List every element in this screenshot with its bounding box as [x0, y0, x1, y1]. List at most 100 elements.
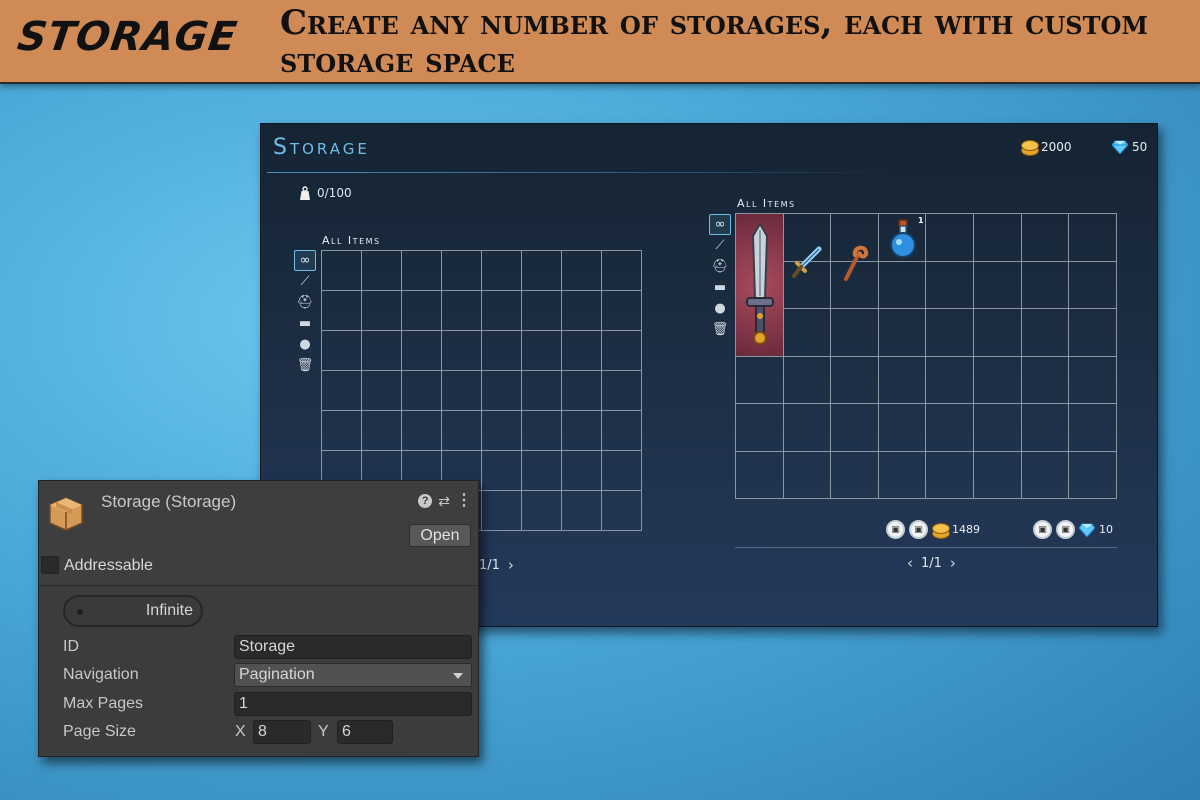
- left-next-page-button[interactable]: ›: [508, 556, 514, 574]
- filter-trash-button[interactable]: 🗑: [294, 355, 316, 376]
- storage-slot[interactable]: [562, 291, 602, 331]
- storage-slot[interactable]: [482, 491, 522, 531]
- storage-slot[interactable]: [402, 411, 442, 451]
- help-icon[interactable]: ?: [418, 494, 433, 508]
- storage-slot[interactable]: [562, 251, 602, 291]
- staff-item[interactable]: [831, 239, 879, 287]
- storage-slot[interactable]: [973, 214, 1022, 262]
- storage-slot[interactable]: [522, 251, 562, 291]
- storage-slot[interactable]: [973, 261, 1022, 309]
- filter-weapons-button[interactable]: ⟋: [709, 235, 731, 256]
- storage-slot[interactable]: [973, 356, 1022, 404]
- filter-weapons-button[interactable]: ⟋: [294, 271, 316, 292]
- storage-slot[interactable]: [482, 411, 522, 451]
- storage-slot[interactable]: [602, 371, 642, 411]
- storage-slot[interactable]: [322, 291, 362, 331]
- storage-slot[interactable]: [482, 371, 522, 411]
- storage-slot[interactable]: [973, 404, 1022, 452]
- withdraw-gold-button[interactable]: ▣: [886, 520, 905, 539]
- filter-armor-button[interactable]: ⛑: [294, 292, 316, 313]
- short-sword-item[interactable]: [783, 239, 831, 287]
- storage-slot[interactable]: [602, 451, 642, 491]
- storage-slot[interactable]: [736, 451, 784, 499]
- storage-slot[interactable]: [736, 356, 784, 404]
- storage-slot[interactable]: [522, 411, 562, 451]
- storage-slot[interactable]: [973, 309, 1022, 357]
- storage-slot[interactable]: [1069, 214, 1117, 262]
- storage-slot[interactable]: [1021, 214, 1070, 262]
- max-pages-field[interactable]: 1: [234, 692, 472, 716]
- storage-slot[interactable]: [878, 261, 927, 309]
- storage-slot[interactable]: [362, 371, 402, 411]
- storage-slot[interactable]: [1069, 309, 1117, 357]
- storage-slot[interactable]: [878, 356, 927, 404]
- presets-icon[interactable]: ⇄: [438, 494, 450, 508]
- storage-slot[interactable]: [322, 371, 362, 411]
- storage-slot[interactable]: [482, 451, 522, 491]
- storage-slot[interactable]: [783, 451, 832, 499]
- storage-slot[interactable]: [442, 291, 482, 331]
- storage-slot[interactable]: [926, 404, 974, 452]
- storage-slot[interactable]: [1069, 451, 1117, 499]
- storage-slot[interactable]: [1069, 404, 1117, 452]
- storage-slot[interactable]: [362, 331, 402, 371]
- infinite-toggle[interactable]: Infinite: [63, 595, 203, 627]
- filter-materials-button[interactable]: ▬: [294, 313, 316, 334]
- storage-slot[interactable]: [1069, 356, 1117, 404]
- storage-slot[interactable]: [442, 251, 482, 291]
- filter-consumables-button[interactable]: ●: [709, 298, 731, 319]
- storage-slot[interactable]: [831, 451, 879, 499]
- storage-slot[interactable]: [562, 411, 602, 451]
- storage-slot[interactable]: [522, 371, 562, 411]
- storage-slot[interactable]: [831, 404, 879, 452]
- storage-slot[interactable]: [1021, 261, 1070, 309]
- storage-slot[interactable]: [602, 491, 642, 531]
- storage-slot[interactable]: [562, 331, 602, 371]
- storage-slot[interactable]: [926, 214, 974, 262]
- filter-all-button[interactable]: ∞: [709, 214, 731, 235]
- storage-slot[interactable]: [322, 411, 362, 451]
- storage-slot[interactable]: [522, 291, 562, 331]
- storage-slot[interactable]: [482, 291, 522, 331]
- deposit-gem-button[interactable]: ▣: [1056, 520, 1075, 539]
- storage-slot[interactable]: [522, 491, 562, 531]
- storage-slot[interactable]: [362, 411, 402, 451]
- storage-slot[interactable]: [482, 251, 522, 291]
- storage-slot[interactable]: [831, 309, 879, 357]
- storage-slot[interactable]: [322, 251, 362, 291]
- addressable-checkbox[interactable]: [41, 556, 59, 574]
- navigation-dropdown[interactable]: Pagination: [234, 663, 472, 687]
- filter-materials-button[interactable]: ▬: [709, 277, 731, 298]
- storage-slot[interactable]: [562, 491, 602, 531]
- storage-slot[interactable]: [878, 404, 927, 452]
- storage-slot[interactable]: [1021, 309, 1070, 357]
- kebab-menu-icon[interactable]: ⋮: [456, 493, 472, 509]
- storage-slot[interactable]: [562, 371, 602, 411]
- storage-slot[interactable]: [1021, 404, 1070, 452]
- storage-slot[interactable]: [926, 451, 974, 499]
- storage-slot[interactable]: [402, 371, 442, 411]
- filter-consumables-button[interactable]: ●: [294, 334, 316, 355]
- storage-slot[interactable]: [926, 261, 974, 309]
- deposit-gold-button[interactable]: ▣: [909, 520, 928, 539]
- storage-slot[interactable]: [522, 331, 562, 371]
- storage-slot[interactable]: [926, 356, 974, 404]
- storage-slot[interactable]: [1069, 261, 1117, 309]
- storage-slot[interactable]: [602, 331, 642, 371]
- storage-slot[interactable]: [926, 309, 974, 357]
- storage-slot[interactable]: [602, 291, 642, 331]
- storage-slot[interactable]: [878, 451, 927, 499]
- filter-armor-button[interactable]: ⛑: [709, 256, 731, 277]
- storage-slot[interactable]: [322, 331, 362, 371]
- filter-trash-button[interactable]: 🗑: [709, 319, 731, 340]
- storage-slot[interactable]: [1021, 451, 1070, 499]
- filter-all-button[interactable]: ∞: [294, 250, 316, 271]
- storage-slot[interactable]: [1021, 356, 1070, 404]
- id-field[interactable]: Storage: [234, 635, 472, 659]
- storage-slot[interactable]: [783, 404, 832, 452]
- storage-slot[interactable]: [402, 331, 442, 371]
- storage-slot[interactable]: [442, 371, 482, 411]
- storage-slot[interactable]: [783, 309, 832, 357]
- withdraw-gem-button[interactable]: ▣: [1033, 520, 1052, 539]
- storage-slot[interactable]: [878, 309, 927, 357]
